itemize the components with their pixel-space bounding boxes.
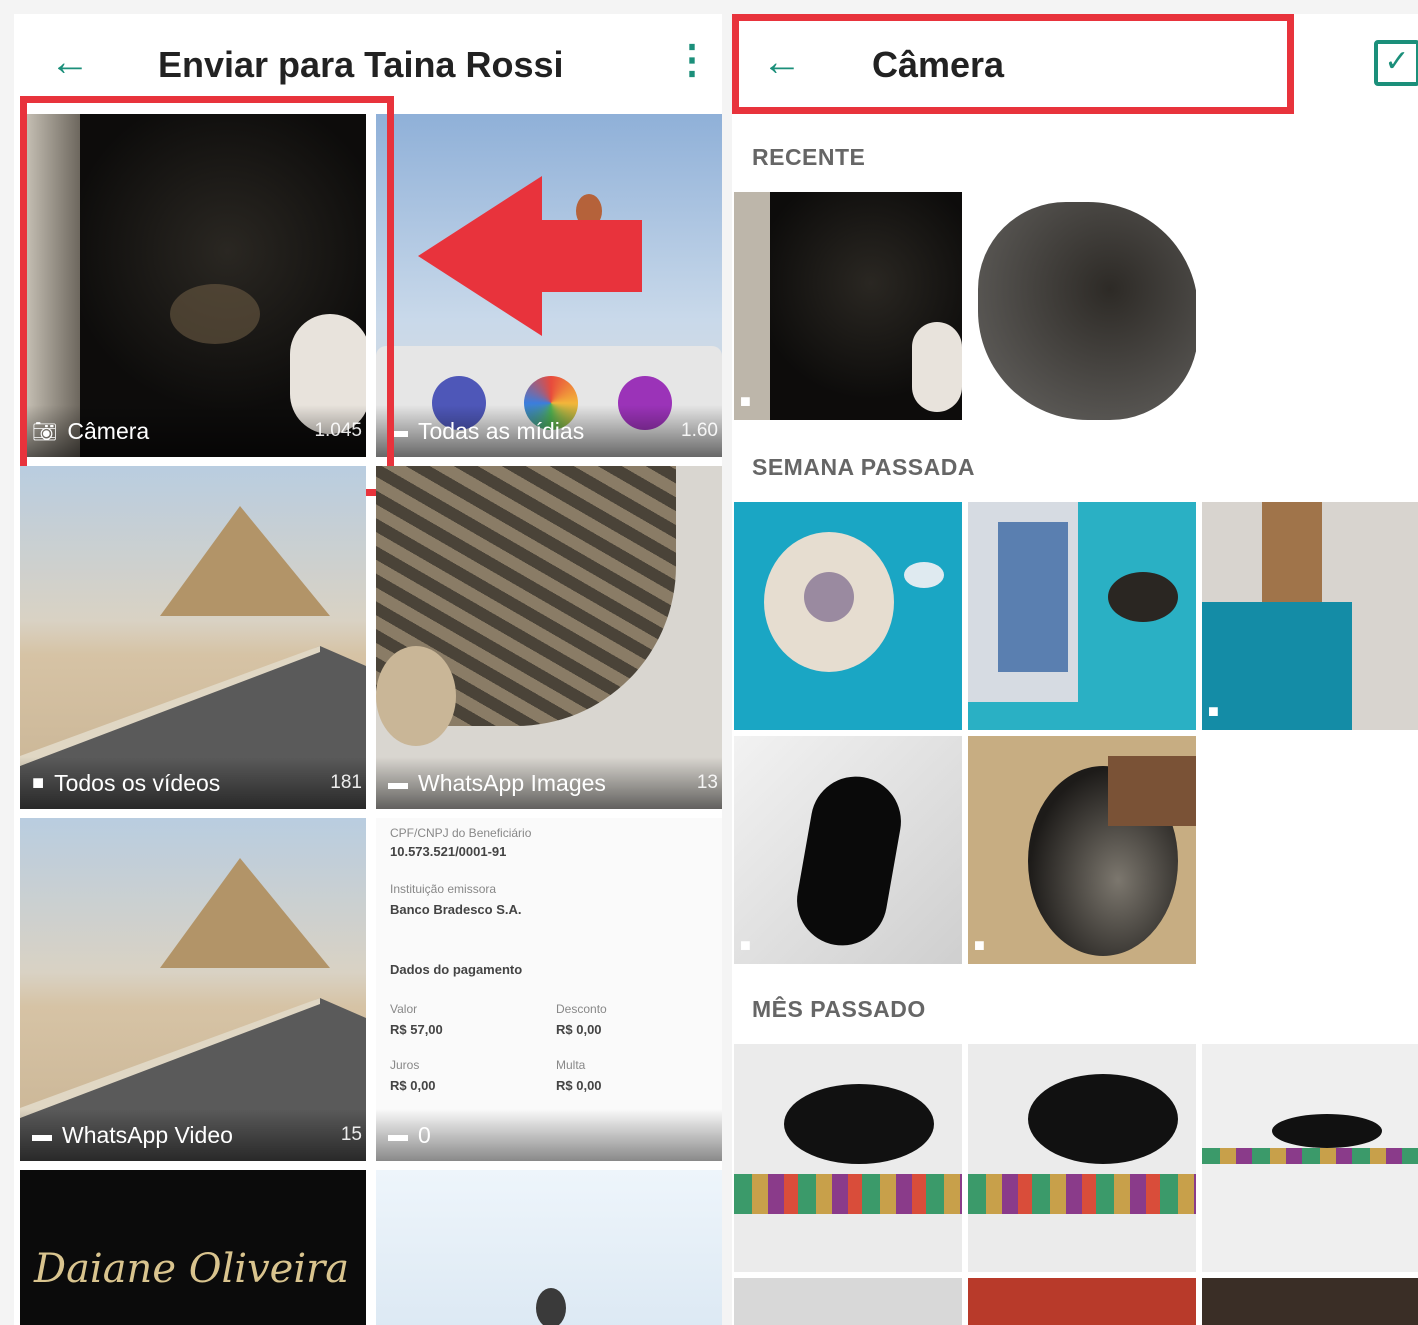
photo-thumb[interactable]	[1202, 1278, 1418, 1325]
photo-thumb[interactable]: ■	[1202, 502, 1418, 730]
folder-tile-sky[interactable]	[376, 1170, 722, 1325]
signature-text: Daiane Oliveira	[34, 1246, 350, 1292]
photo-thumb[interactable]	[1202, 1044, 1418, 1272]
video-icon: ■	[740, 935, 751, 955]
section-recente: RECENTE	[752, 144, 866, 170]
photo-thumb[interactable]	[968, 192, 1196, 420]
video-icon: ■	[974, 935, 985, 955]
camera-album-screen: ← Câmera ✓ RECENTE ■ SEMANA PASSADA ■ ■ …	[732, 14, 1418, 1325]
more-vertical-icon[interactable]: ⋮	[672, 40, 712, 80]
back-arrow-icon[interactable]: ←	[50, 42, 90, 82]
folder-label-whatsapp-images: ▬ WhatsApp Images 13	[376, 757, 722, 809]
album-list-screen: ← Enviar para Taina Rossi ⋮ 📷︎ Câmera 1.…	[14, 14, 722, 1325]
folder-label-all-media: ▬ Todas as mídias 1.60	[376, 405, 722, 457]
title-highlight-box	[732, 14, 1294, 114]
folder-tile-documents[interactable]: CPF/CNPJ do Beneficiário 10.573.521/0001…	[376, 818, 722, 1161]
folder-icon: ▬	[388, 1123, 408, 1146]
folder-label-documents: ▬ 0	[376, 1109, 722, 1161]
photo-thumb[interactable]	[734, 1044, 962, 1272]
folder-icon: ▬	[32, 1123, 52, 1146]
folder-tile-whatsapp-images[interactable]: ▬ WhatsApp Images 13	[376, 466, 722, 809]
photo-thumb[interactable]: ■	[734, 736, 962, 964]
camera-highlight-box	[20, 96, 394, 496]
folder-tile-whatsapp-video[interactable]: ▬ WhatsApp Video 15	[20, 818, 366, 1161]
folder-tile-signature[interactable]: Daiane Oliveira	[20, 1170, 366, 1325]
page-title: Enviar para Taina Rossi	[158, 44, 564, 85]
folder-label-whatsapp-video: ▬ WhatsApp Video 15	[20, 1109, 366, 1161]
section-mes-passado: MÊS PASSADO	[752, 996, 926, 1022]
folder-icon: ▬	[388, 771, 408, 794]
checkbox-icon[interactable]: ✓	[1374, 40, 1418, 86]
red-arrow-annotation	[418, 176, 642, 336]
photo-thumb[interactable]	[734, 502, 962, 730]
photo-thumb[interactable]	[968, 1278, 1196, 1325]
video-icon: ■	[740, 391, 751, 411]
photo-thumb[interactable]	[734, 1278, 962, 1325]
folder-tile-all-videos[interactable]: ■ Todos os vídeos 181	[20, 466, 366, 809]
photo-thumb[interactable]: ■	[734, 192, 962, 420]
video-icon: ■	[1208, 701, 1219, 721]
folder-label-all-videos: ■ Todos os vídeos 181	[20, 757, 366, 809]
photo-thumb[interactable]: ■	[968, 736, 1196, 964]
photo-thumb[interactable]	[968, 1044, 1196, 1272]
section-semana-passada: SEMANA PASSADA	[752, 454, 975, 480]
video-icon: ■	[32, 771, 45, 794]
photo-thumb[interactable]	[968, 502, 1196, 730]
